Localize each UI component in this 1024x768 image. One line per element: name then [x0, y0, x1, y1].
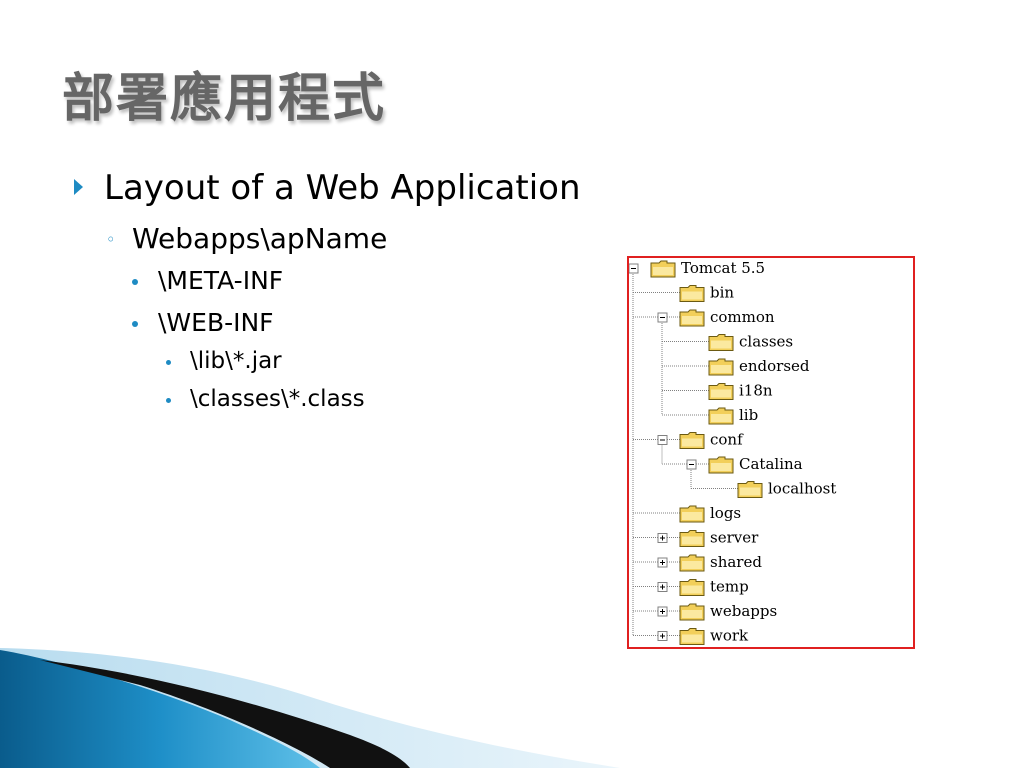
decorative-waves [0, 648, 620, 768]
slide: 部署應用程式 Layout of a Web Application ◦ Web… [0, 0, 1024, 768]
